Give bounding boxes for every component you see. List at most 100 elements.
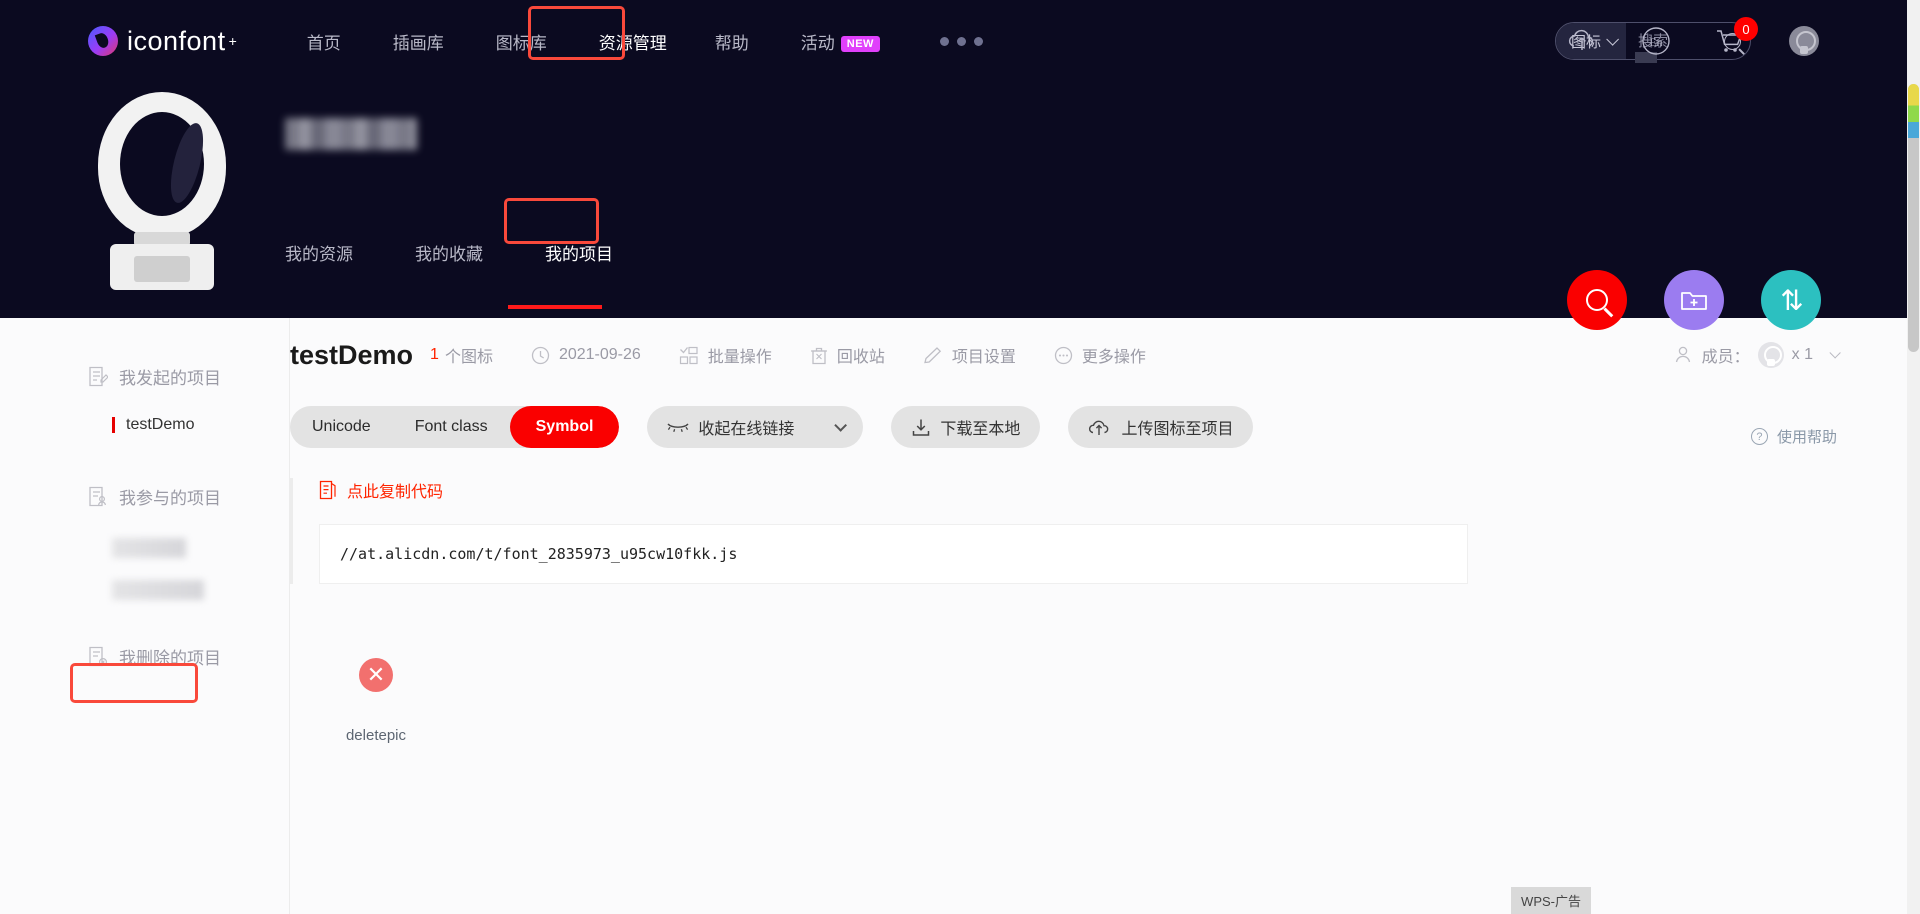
chevron-down-icon	[834, 418, 848, 432]
deletepic-icon: ✕	[359, 658, 393, 692]
project-toolbar: Unicode Font class Symbol 收起在线链接 下载至本地 上…	[290, 406, 1907, 448]
eye-closed-icon	[667, 421, 689, 433]
iconfont-project-page: iconfont + 首页 插画库 图标库 资源管理 帮助 活动NEW 图标	[0, 0, 1920, 914]
projects-sidebar: 我发起的项目 testDemo 我参与的项目 我删除的项目	[0, 318, 290, 914]
members-count: x 1	[1791, 346, 1813, 363]
masked-project-name	[112, 538, 186, 558]
folder-plus-icon	[1681, 292, 1707, 310]
download-icon	[911, 418, 931, 437]
active-tab-underline	[508, 305, 602, 309]
question-circle-icon: ?	[1750, 428, 1768, 445]
highlight-box-testDemo	[70, 663, 198, 703]
more-operations-label: 更多操作	[1081, 349, 1146, 366]
tab-my-favorites[interactable]: 我的收藏	[415, 240, 483, 271]
recycle-bin-label: 回收站	[836, 349, 885, 366]
copy-code-label: 点此复制代码	[347, 484, 444, 501]
batch-operation-label: 批量操作	[707, 349, 772, 366]
page-scrollbar[interactable]	[1907, 0, 1920, 914]
top-navigation-bar: iconfont + 首页 插画库 图标库 资源管理 帮助 活动NEW 图标	[0, 0, 1907, 82]
iconfont-logo-icon	[88, 26, 118, 56]
recycle-bin-button[interactable]: 回收站	[810, 343, 885, 367]
cart-count-badge: 0	[1734, 17, 1758, 41]
doc-user-icon	[88, 486, 108, 507]
sidebar-item-label: 我参与的项目	[119, 488, 221, 508]
logo-text: iconfont	[127, 25, 226, 56]
sidebar-item-label: 我发起的项目	[119, 368, 221, 388]
nav-more-icon[interactable]	[939, 36, 983, 46]
usage-help-button[interactable]: ? 使用帮助	[1750, 426, 1837, 447]
dark-banner: iconfont + 首页 插画库 图标库 资源管理 帮助 活动NEW 图标	[0, 0, 1907, 318]
scrollbar-marker-strip	[1908, 84, 1919, 138]
logo-plus-mark: +	[228, 33, 237, 49]
copy-code-button[interactable]: 点此复制代码	[319, 478, 1468, 502]
copy-doc-icon	[319, 480, 338, 500]
nav-items: 首页 插画库 图标库 资源管理 帮助 活动 NEW	[305, 25, 983, 58]
code-snippet[interactable]: //at.alicdn.com/t/font_2835973_u95cw10fk…	[319, 524, 1468, 584]
icon-count-unit: 个图标	[444, 349, 493, 366]
doc-edit-icon	[88, 366, 109, 387]
tab-unicode[interactable]: Unicode	[290, 406, 393, 448]
tab-my-resources[interactable]: 我的资源	[285, 240, 353, 271]
project-date-label: 2021-09-26	[558, 346, 641, 363]
new-badge: NEW	[840, 36, 880, 53]
sidebar-item-my-created-projects[interactable]: 我发起的项目	[0, 350, 289, 402]
cart-icon[interactable]: 0	[1715, 17, 1758, 54]
project-main-panel: testDemo 1 个图标 2021-09-26 批量操作 回收站 项目设置 …	[290, 318, 1907, 914]
header-icon-actions: En 0	[1523, 0, 1819, 82]
icon-count: 1	[430, 346, 439, 363]
upload-cloud-icon[interactable]	[1567, 28, 1597, 54]
site-logo[interactable]: iconfont +	[88, 26, 237, 57]
nav-item-activity[interactable]: 活动 NEW	[799, 25, 882, 58]
members-icon	[1675, 346, 1690, 363]
members-label: 成员：	[1701, 349, 1750, 366]
sidebar-project-testDemo[interactable]: testDemo	[0, 402, 289, 448]
project-settings-button[interactable]: 项目设置	[923, 343, 1016, 367]
code-format-segmented-control: Unicode Font class Symbol	[290, 406, 620, 448]
svg-text:En: En	[1649, 35, 1662, 49]
members-selector[interactable]: 成员： x 1	[1674, 342, 1841, 368]
upload-cloud-icon	[1088, 418, 1112, 437]
clock-icon	[531, 346, 550, 365]
language-en-icon[interactable]: En	[1641, 26, 1671, 56]
collapse-online-link-button[interactable]: 收起在线链接	[647, 406, 864, 448]
project-date: 2021-09-26	[531, 346, 641, 365]
project-header: testDemo 1 个图标 2021-09-26 批量操作 回收站 项目设置 …	[290, 318, 1907, 392]
icon-name-label: deletepic	[345, 727, 407, 744]
user-avatar-icon[interactable]	[1789, 26, 1819, 56]
icon-cell[interactable]: ✕ deletepic	[316, 658, 436, 744]
ellipsis-circle-icon	[1054, 346, 1073, 365]
profile-tabs: 我的资源 我的收藏 我的项目	[285, 240, 613, 271]
profile-avatar	[88, 86, 236, 290]
nav-item-home[interactable]: 首页	[305, 25, 343, 58]
active-marker	[112, 417, 115, 433]
more-operations-button[interactable]: 更多操作	[1054, 343, 1146, 367]
batch-operation-button[interactable]: 批量操作	[679, 343, 772, 367]
sidebar-item-my-joined-projects[interactable]: 我参与的项目	[0, 470, 289, 522]
icon-grid: ✕ deletepic	[290, 658, 1907, 744]
usage-help-label: 使用帮助	[1776, 429, 1837, 446]
avatar	[1757, 342, 1784, 368]
nav-item-illustrations[interactable]: 插画库	[391, 25, 446, 58]
trash-icon	[810, 346, 828, 365]
download-local-label: 下载至本地	[940, 421, 1021, 438]
project-settings-label: 项目设置	[951, 349, 1016, 366]
page-title: testDemo	[290, 339, 414, 370]
upload-icons-button[interactable]: 上传图标至项目	[1068, 406, 1254, 448]
sidebar-project-label: testDemo	[126, 416, 195, 433]
nav-item-activity-label: 活动	[800, 33, 835, 53]
chevron-down-icon	[1829, 347, 1841, 359]
username-masked	[285, 118, 417, 150]
tab-my-projects[interactable]: 我的项目	[545, 240, 613, 271]
sort-arrows-icon: ⇅	[1780, 283, 1804, 317]
search-icon	[1586, 289, 1608, 311]
collapse-online-link-label: 收起在线链接	[698, 421, 795, 438]
tab-symbol[interactable]: Symbol	[509, 406, 620, 448]
download-local-button[interactable]: 下载至本地	[891, 406, 1041, 448]
upload-icons-label: 上传图标至项目	[1121, 421, 1234, 438]
nav-item-help[interactable]: 帮助	[713, 25, 751, 58]
tab-font-class[interactable]: Font class	[393, 406, 510, 448]
wps-ad-label[interactable]: WPS-广告	[1511, 887, 1591, 914]
highlight-box-resource-management	[528, 6, 625, 60]
batch-icon	[679, 346, 699, 365]
pencil-icon	[923, 346, 943, 365]
